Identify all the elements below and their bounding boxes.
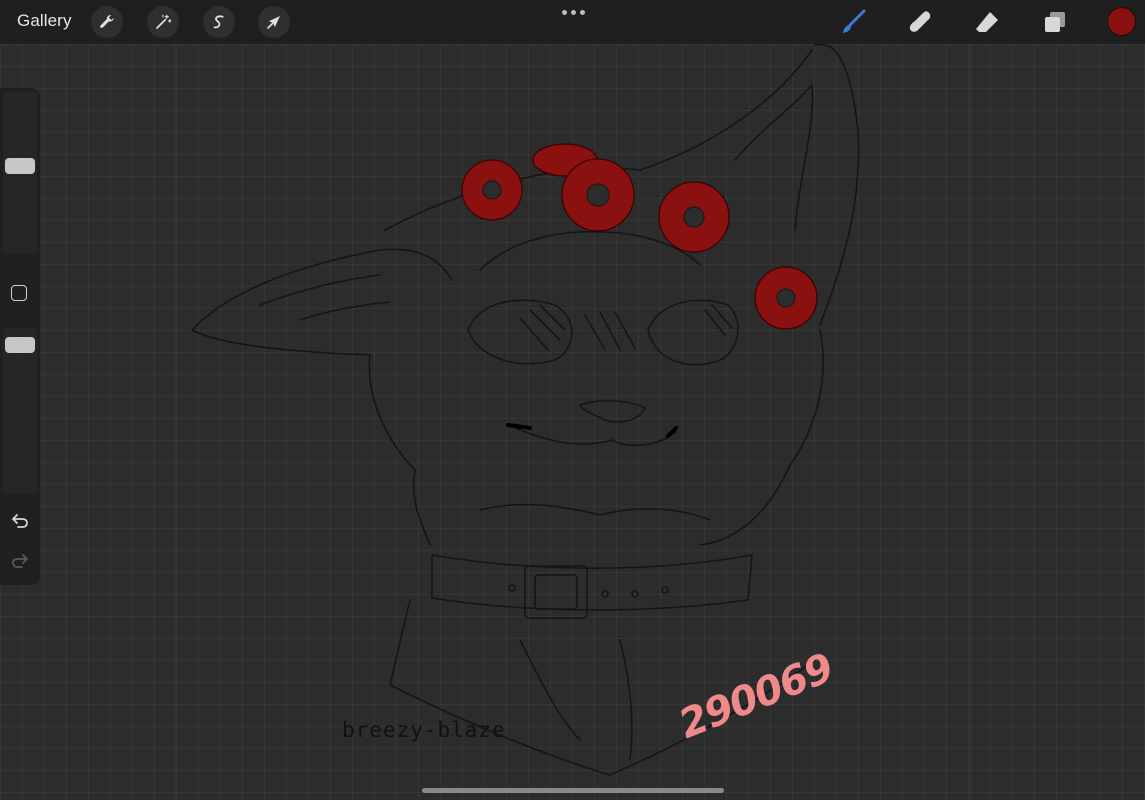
- sketch-collar: [431, 554, 753, 611]
- redo-button[interactable]: [8, 548, 32, 572]
- opacity-thumb[interactable]: [5, 337, 35, 353]
- redo-icon: [12, 554, 28, 568]
- more-options-dots[interactable]: [556, 4, 590, 20]
- sketch-ear-right: [814, 43, 860, 326]
- sketch-ear-right-inner: [734, 84, 814, 231]
- brush-tool-button[interactable]: [836, 5, 870, 39]
- brush-size-thumb[interactable]: [5, 158, 35, 174]
- sketch-eye-shade-right: [704, 304, 733, 336]
- sketch-chest-inner: [519, 639, 633, 761]
- arrow-cursor-icon: [267, 16, 280, 29]
- sketch-neck-fur: [412, 464, 791, 546]
- layers-icon: [1045, 12, 1065, 32]
- layers-button[interactable]: [1038, 5, 1072, 39]
- sketch-buckle-inner: [534, 574, 578, 610]
- artist-signature: breezy-blaze: [342, 718, 506, 742]
- brush-icon: [843, 9, 866, 33]
- sketch-nose: [579, 399, 646, 423]
- smudge-icon: [909, 11, 931, 32]
- dot-icon: [570, 9, 576, 15]
- procreate-app: breezy-blaze 290069 Gallery: [0, 0, 1145, 800]
- left-sidebar: [0, 88, 40, 585]
- sketch-eye-left: [467, 299, 573, 365]
- sketch-mouth: [509, 424, 677, 447]
- wrench-icon: [100, 15, 114, 28]
- undo-icon: [12, 514, 28, 528]
- dot-icon: [579, 9, 585, 15]
- sketch-ear-left-inner: [259, 274, 391, 321]
- sketch-chest-fur: [479, 503, 711, 521]
- sketch-eye-right: [647, 299, 739, 366]
- top-toolbar: Gallery: [0, 0, 1145, 44]
- flower-1: [461, 159, 523, 221]
- actions-button[interactable]: [91, 6, 123, 38]
- gallery-button[interactable]: Gallery: [17, 11, 72, 31]
- flower-4: [658, 181, 730, 253]
- home-indicator[interactable]: [422, 788, 724, 793]
- dot-icon: [561, 9, 567, 15]
- selection-s-icon: [213, 15, 224, 29]
- smudge-tool-button[interactable]: [903, 5, 937, 39]
- sketch-brow-shade: [584, 311, 636, 351]
- brush-size-slider[interactable]: [3, 92, 37, 254]
- magic-wand-icon: [156, 14, 172, 29]
- flower-5: [754, 266, 818, 330]
- undo-button[interactable]: [8, 508, 32, 532]
- modify-button[interactable]: [11, 285, 27, 301]
- color-picker-swatch[interactable]: [1108, 8, 1135, 35]
- opacity-slider[interactable]: [3, 328, 37, 494]
- mouth-mark-right: [666, 426, 678, 438]
- sketch-ear-left: [191, 248, 453, 356]
- adjustments-button[interactable]: [147, 6, 179, 38]
- transform-button[interactable]: [258, 6, 290, 38]
- sketch-eye-shade-left: [519, 304, 566, 351]
- selection-button[interactable]: [203, 6, 235, 38]
- eraser-icon: [976, 12, 998, 32]
- mouth-mark-left: [506, 423, 532, 430]
- drawing-canvas[interactable]: [0, 0, 1145, 800]
- sketch-head: [368, 329, 824, 471]
- flower-3: [561, 158, 635, 232]
- eraser-tool-button[interactable]: [970, 5, 1004, 39]
